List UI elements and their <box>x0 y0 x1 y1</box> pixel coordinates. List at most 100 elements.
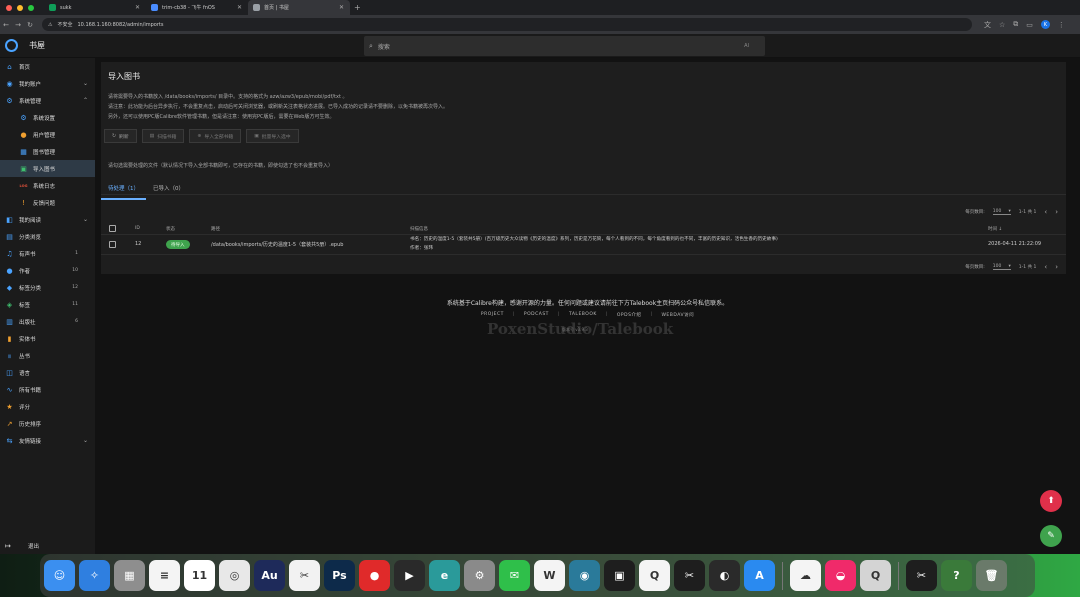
chevron-icon[interactable]: ⌄ <box>83 80 88 87</box>
close-tab-icon[interactable]: ✕ <box>135 4 140 11</box>
browser-tab-fnos[interactable]: trim-cb38 - 飞牛 fnOS ✕ <box>146 0 248 15</box>
sidebar-item[interactable]: ⌂ 首页 <box>0 58 95 75</box>
close-tab-icon[interactable]: ✕ <box>237 4 242 11</box>
dock-app-final-cut-icon[interactable]: ▶ <box>394 560 425 591</box>
chevron-icon[interactable]: ⌄ <box>83 216 88 223</box>
reload-icon[interactable]: ↻ <box>24 21 36 29</box>
sidebar-item[interactable]: ▤ 分类浏览 <box>0 228 95 245</box>
next-page-icon[interactable]: › <box>1055 208 1058 216</box>
prev-page-icon[interactable]: ‹ <box>1044 208 1047 216</box>
scan-books-button[interactable]: ▤ 扫描书籍 <box>141 129 185 143</box>
logout-button[interactable]: ↦ 退出 <box>0 537 95 554</box>
minimize-window-button[interactable] <box>17 4 23 11</box>
footer-link-talebook[interactable]: TALEBOOK <box>569 312 597 318</box>
dock-app-audition-icon[interactable]: Au <box>254 560 285 591</box>
profile-avatar[interactable]: K <box>1040 20 1050 29</box>
back-icon[interactable]: ← <box>0 21 12 29</box>
dock-app-wps-icon[interactable]: W <box>534 560 565 591</box>
dock-app-qq-icon[interactable]: Q <box>639 560 670 591</box>
dock-app-launchpad-icon[interactable]: ▦ <box>114 560 145 591</box>
dock-app-safari-icon[interactable]: ✧ <box>79 560 110 591</box>
browser-menu-icon[interactable]: ⋮ <box>1058 21 1065 29</box>
prev-page-icon[interactable]: ‹ <box>1044 263 1047 271</box>
sidebar-item[interactable]: ▮ 实体书 <box>0 330 95 347</box>
dock-app-photoshop-icon[interactable]: Ps <box>324 560 355 591</box>
sidebar-item[interactable]: ★ 评分 <box>0 398 95 415</box>
col-scan-info[interactable]: 扫描信息 <box>410 226 428 232</box>
dock-app-settings-icon[interactable]: ⚙ <box>464 560 495 591</box>
sidebar-item[interactable]: ◉ 我的账户 ⌄ <box>0 75 95 92</box>
tab-imported[interactable]: 已导入（0） <box>146 180 191 200</box>
dock-app-finder-icon[interactable]: ☺ <box>44 560 75 591</box>
col-path[interactable]: 路径 <box>211 226 220 232</box>
dock-app-app-pink-icon[interactable]: ◒ <box>825 560 856 591</box>
dock-app-quicktime-icon[interactable]: Q <box>860 560 891 591</box>
sidebar-item[interactable]: ↗ 历史排序 <box>0 415 95 432</box>
translate-icon[interactable]: 文 <box>984 20 991 30</box>
sidebar-item[interactable]: ▦ 图书管理 <box>0 143 95 160</box>
dock-app-obs-icon[interactable]: ◐ <box>709 560 740 591</box>
dock-app-wechat-icon[interactable]: ✉ <box>499 560 530 591</box>
dock-app-capcut2-icon[interactable]: ✂ <box>674 560 705 591</box>
sidebar-item[interactable]: ⇆ 友情链接 ⌄ <box>0 432 95 449</box>
dock-app-capcut3-icon[interactable]: ✂ <box>906 560 937 591</box>
sidebar-item[interactable]: LOG 系统日志 <box>0 177 95 194</box>
sidepanel-icon[interactable]: ▭ <box>1026 21 1033 29</box>
sidebar-item[interactable]: ● 用户管理 <box>0 126 95 143</box>
bookmark-star-icon[interactable]: ☆ <box>999 21 1005 29</box>
tab-pending[interactable]: 待处理（1） <box>101 180 146 200</box>
table-row[interactable]: 12 待导入 /data/books/imports/历史的温度1-5（套装共5… <box>101 235 1066 255</box>
dock-app-capcut-icon[interactable]: ✂ <box>289 560 320 591</box>
dock-app-app-red-icon[interactable]: ● <box>359 560 390 591</box>
col-id[interactable]: ID <box>135 226 140 231</box>
dock-app-camera-icon[interactable]: ▣ <box>604 560 635 591</box>
sidebar-item[interactable]: ◈ 标签 11 <box>0 296 95 313</box>
sidebar-item[interactable]: ◆ 标签分类 12 <box>0 279 95 296</box>
footer-link-webdav[interactable]: WEBDAV访问 <box>661 312 694 318</box>
search-input[interactable]: ⌕ 搜索 AI <box>364 36 765 56</box>
sidebar-item[interactable]: ♫ 有声书 1 <box>0 245 95 262</box>
dock-app-app-teal-icon[interactable]: ◉ <box>569 560 600 591</box>
select-all-checkbox[interactable] <box>109 225 116 232</box>
chevron-icon[interactable]: ⌄ <box>83 437 88 444</box>
dock-app-app-store-icon[interactable]: A <box>744 560 775 591</box>
edit-fab[interactable]: ✎ <box>1040 525 1062 547</box>
per-page-select[interactable]: 100 ▾ <box>992 264 1011 270</box>
dock-app-baidu-netdisk-icon[interactable]: ☁ <box>790 560 821 591</box>
refresh-button[interactable]: ↻ 刷新 <box>104 129 137 143</box>
sidebar-item[interactable]: ! 反馈问题 <box>0 194 95 211</box>
next-page-icon[interactable]: › <box>1055 263 1058 271</box>
sidebar-item[interactable]: ● 作者 10 <box>0 262 95 279</box>
ai-search-icon[interactable]: AI <box>744 43 749 49</box>
browser-tab-shuwu[interactable]: 首页 | 书屋 ✕ <box>248 0 350 15</box>
browser-tab-sukk[interactable]: sukk ✕ <box>44 0 146 15</box>
sidebar-item[interactable]: ⚙ 系统设置 <box>0 109 95 126</box>
url-field[interactable]: ⚠ 不安全 10.168.1.160:8082/admin/imports <box>42 18 972 31</box>
close-window-button[interactable] <box>6 4 12 11</box>
close-tab-icon[interactable]: ✕ <box>339 4 344 11</box>
app-title[interactable]: 书屋 <box>29 40 45 51</box>
dock-app-chrome-icon[interactable]: ◎ <box>219 560 250 591</box>
dock-app-help-icon[interactable]: ? <box>941 560 972 591</box>
dock-app-edge-icon[interactable]: e <box>429 560 460 591</box>
dock-app-calendar-icon[interactable]: 11 <box>184 560 215 591</box>
sidebar-item[interactable]: ◧ 我的阅读 ⌄ <box>0 211 95 228</box>
per-page-select[interactable]: 100 ▾ <box>992 209 1011 215</box>
import-all-button[interactable]: ⊕ 导入全部书籍 <box>189 129 242 143</box>
app-logo-icon[interactable] <box>5 39 18 52</box>
row-checkbox[interactable] <box>109 241 116 248</box>
sidebar-item[interactable]: ⚙ 系统管理 ⌃ <box>0 92 95 109</box>
footer-link-project[interactable]: PROJECT <box>481 312 504 318</box>
sidebar-item[interactable]: ||| 丛书 <box>0 347 95 364</box>
extensions-icon[interactable]: ⧉ <box>1013 20 1018 29</box>
col-status[interactable]: 状态 <box>166 226 175 232</box>
sidebar-item[interactable]: ▣ 导入图书 <box>0 160 95 177</box>
col-time[interactable]: 时间 ↓ <box>988 226 1002 232</box>
chevron-icon[interactable]: ⌃ <box>83 97 88 104</box>
zoom-window-button[interactable] <box>28 4 34 11</box>
sidebar-item[interactable]: ◫ 语言 <box>0 364 95 381</box>
dock-app-trash-icon[interactable]: 🗑 <box>976 560 1007 591</box>
forward-icon[interactable]: → <box>12 21 24 29</box>
footer-link-podcast[interactable]: PODCAST <box>524 312 549 318</box>
import-selected-button[interactable]: ▣ 批量导入选中 <box>246 129 299 143</box>
